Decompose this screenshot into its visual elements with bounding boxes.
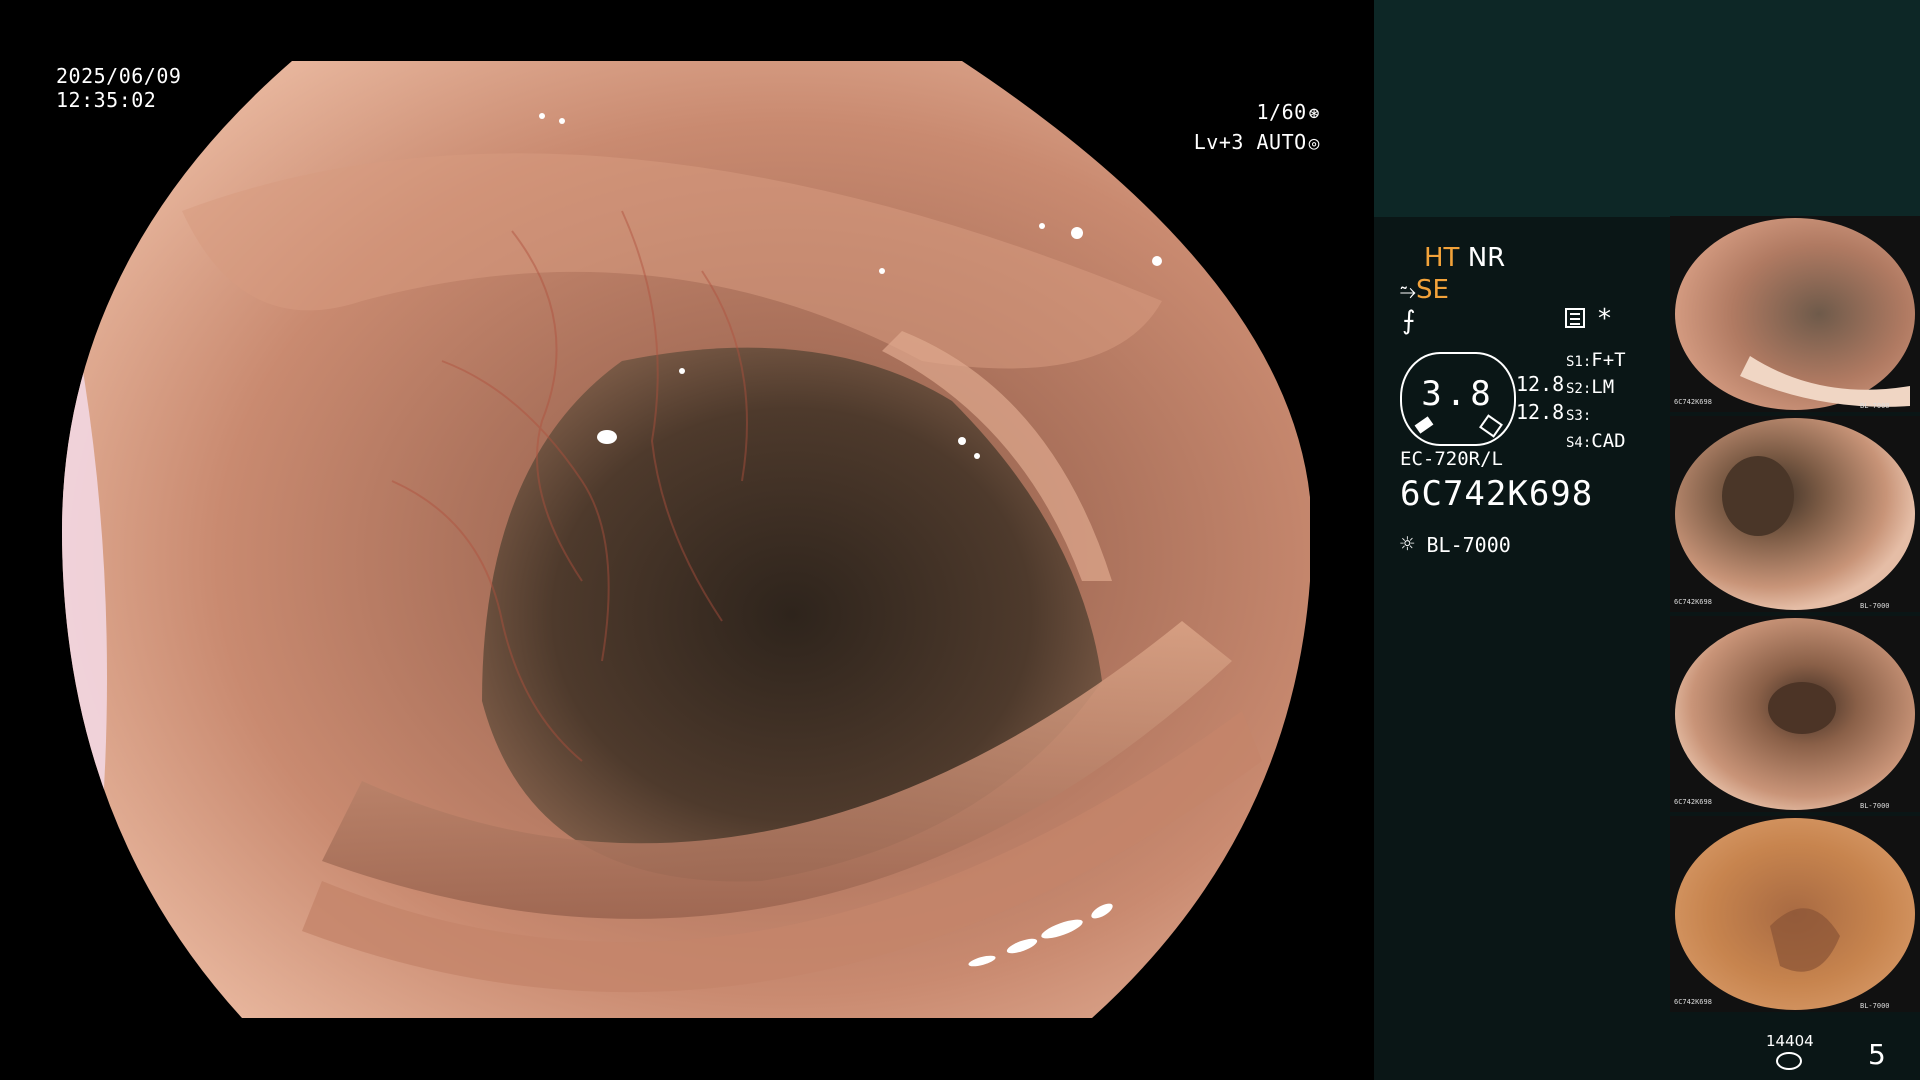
switch-row: S2:LM	[1566, 376, 1615, 398]
thumbnail-1[interactable]: 6C742K698 BL-7000	[1670, 216, 1920, 412]
settings-menu-icon	[1565, 308, 1585, 328]
exam-time: 12:35:02	[56, 88, 157, 112]
shutter-speed: 1/60	[1256, 100, 1307, 124]
thumbnail-light: BL-7000	[1860, 1002, 1890, 1010]
light-source-icon: ☼	[1400, 530, 1415, 558]
exposure-mode: AUTO	[1256, 130, 1307, 154]
light-source: ☼ BL-7000	[1400, 530, 1511, 558]
shutter-icon: ⊛	[1308, 103, 1320, 124]
mode-se: SE	[1416, 275, 1449, 305]
switch-assignments: S1:F+T S2:LM S3: S4:CAD	[1566, 348, 1626, 456]
brightness-level: Lv+3	[1193, 130, 1244, 154]
dial-side-value-2: 12.8	[1516, 400, 1565, 424]
dial-side-values: 12.8 12.8	[1516, 370, 1564, 426]
exposure-readout: 1/60 ⊛ Lv+3 AUTO ◎	[1180, 98, 1320, 158]
dial-side-value-1: 12.8	[1516, 372, 1565, 396]
endoscope-main-view	[62, 61, 1310, 1018]
thumbnail-serial: 6C742K698	[1674, 598, 1712, 606]
structure-enhancement: ⥲SE	[1400, 274, 1449, 307]
scope-serial: 6C742K698	[1400, 474, 1594, 514]
iris-icon: ◎	[1308, 133, 1320, 154]
thumbnail-light: BL-7000	[1860, 602, 1890, 610]
star-indicator: *	[1598, 304, 1611, 334]
image-counter: 14404	[1766, 1032, 1814, 1050]
info-panel-header	[1374, 0, 1920, 217]
switch-row: S3:	[1566, 408, 1592, 424]
storage-icon	[1776, 1052, 1802, 1070]
switch-row: S4:CAD	[1566, 430, 1626, 452]
page-number: 5	[1868, 1038, 1886, 1071]
thumbnail-4[interactable]: 6C742K698 BL-7000	[1670, 816, 1920, 1012]
dial-marker-left-icon	[1414, 416, 1434, 434]
switch-row: S1:F+T	[1566, 349, 1626, 371]
processing-modes: HT NR	[1424, 242, 1505, 274]
color-tone-icon: ⨍	[1402, 306, 1416, 336]
thumbnail-2[interactable]: 6C742K698 BL-7000	[1670, 416, 1920, 612]
zoom-dial: 3.8	[1400, 352, 1516, 446]
mode-nr: NR	[1467, 243, 1506, 273]
thumbnail-serial: 6C742K698	[1674, 998, 1712, 1006]
light-source-label: BL-7000	[1426, 533, 1511, 557]
thumbnail-serial: 6C742K698	[1674, 398, 1712, 406]
exam-datetime: 2025/06/09 12:35:02	[56, 62, 181, 114]
mode-ht: HT	[1424, 243, 1460, 273]
thumbnail-light: BL-7000	[1860, 802, 1890, 810]
thumbnail-3[interactable]: 6C742K698 BL-7000	[1670, 616, 1920, 812]
scope-model: EC-720R/L	[1400, 448, 1503, 470]
structure-enhance-icon: ⥲	[1400, 279, 1416, 303]
zoom-value: 3.8	[1421, 374, 1495, 414]
thumbnail-serial: 6C742K698	[1674, 798, 1712, 806]
dial-marker-right-icon	[1479, 414, 1503, 438]
thumbnail-light: BL-7000	[1860, 402, 1890, 410]
